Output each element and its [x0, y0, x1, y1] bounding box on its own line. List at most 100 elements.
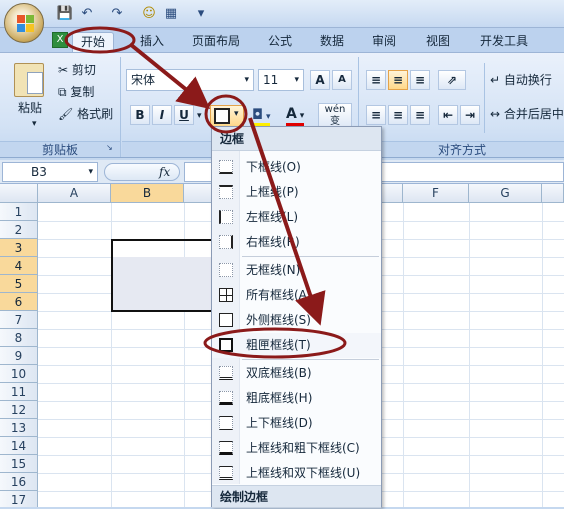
chevron-down-icon[interactable]: ▾	[294, 70, 299, 90]
menu-item-no-border[interactable]: 无框线(N)	[212, 258, 381, 283]
underline-dropdown-icon[interactable]: ▾	[197, 111, 202, 121]
orientation-button[interactable]: ⇗	[438, 70, 466, 90]
merge-center-button[interactable]: ↔ 合并后居中	[490, 105, 564, 123]
row-header[interactable]: 14	[0, 437, 38, 455]
bottom-border-icon	[219, 160, 233, 174]
row-header[interactable]: 16	[0, 473, 38, 491]
row-header[interactable]: 15	[0, 455, 38, 473]
menu-item-top-double-bottom-border[interactable]: 上框线和双下框线(U)	[212, 461, 381, 486]
row-header[interactable]: 7	[0, 311, 38, 329]
merge-label: 合并后居中	[503, 107, 564, 121]
grow-font-button[interactable]: A	[310, 70, 330, 90]
row-header[interactable]: 10	[0, 365, 38, 383]
paste-dropdown-icon[interactable]: ▾	[32, 115, 37, 133]
row-header[interactable]: 3	[0, 239, 38, 257]
tab-home[interactable]: 开始	[72, 32, 115, 52]
row-header[interactable]: 2	[0, 221, 38, 239]
office-button[interactable]	[4, 3, 44, 43]
row-header[interactable]: 9	[0, 347, 38, 365]
align-right-button[interactable]: ≡	[410, 105, 430, 125]
shrink-font-button[interactable]: A	[332, 70, 352, 90]
border-icon	[214, 108, 230, 124]
menu-item-bottom-border[interactable]: 下框线(O)	[212, 155, 381, 180]
menu-item-right-border[interactable]: 右框线(R)	[212, 230, 381, 255]
menu-item-label: 上框线和双下框线(U)	[246, 466, 361, 480]
format-painter-button[interactable]: 🖌 格式刷	[58, 105, 113, 123]
align-top-button[interactable]: ≡	[366, 70, 386, 90]
customize-icon[interactable]: ▾	[192, 5, 210, 23]
paste-icon[interactable]	[14, 63, 44, 97]
paste-button[interactable]: 粘贴	[18, 99, 42, 117]
underline-button[interactable]: U	[174, 105, 194, 125]
tab-data[interactable]: 数据	[312, 32, 352, 52]
increase-indent-button[interactable]: ⇥	[460, 105, 480, 125]
chevron-down-icon[interactable]: ▾	[234, 109, 239, 119]
italic-button[interactable]: I	[152, 105, 172, 125]
tab-insert[interactable]: 插入	[132, 32, 172, 52]
tab-review[interactable]: 审阅	[364, 32, 404, 52]
row-header[interactable]: 1	[0, 203, 38, 221]
align-bottom-button[interactable]: ≡	[410, 70, 430, 90]
menu-item-all-borders[interactable]: 所有框线(A)	[212, 283, 381, 308]
wrap-text-button[interactable]: ↵ 自动换行	[490, 71, 552, 89]
column-header[interactable]: F	[403, 184, 469, 203]
row-header[interactable]: 11	[0, 383, 38, 401]
column-header[interactable]	[542, 184, 564, 203]
name-box[interactable]: B3 ▾	[2, 162, 98, 182]
copy-button[interactable]: ⧉ 复制	[58, 83, 94, 101]
borders-button[interactable]: ▾	[210, 105, 244, 127]
office-logo-icon	[17, 15, 35, 33]
menu-separator	[242, 256, 379, 257]
menu-item-thick-box-border[interactable]: 粗匣框线(T)	[212, 333, 381, 358]
menu-item-thick-bottom-border[interactable]: 粗底框线(H)	[212, 386, 381, 411]
menu-item-top-border[interactable]: 上框线(P)	[212, 180, 381, 205]
menu-item-top-thick-bottom-border[interactable]: 上框线和粗下框线(C)	[212, 436, 381, 461]
formula-controls: fx	[104, 163, 180, 181]
column-header[interactable]: B	[111, 184, 184, 203]
menu-item-label: 上框线(P)	[246, 185, 299, 199]
align-left-button[interactable]: ≡	[366, 105, 386, 125]
wrap-icon: ↵	[490, 73, 501, 87]
clipboard-launcher-icon[interactable]: ↘	[106, 143, 113, 152]
menu-item-label: 下框线(O)	[246, 160, 301, 174]
select-all-corner[interactable]	[0, 184, 38, 203]
decrease-indent-button[interactable]: ⇤	[438, 105, 458, 125]
row-header[interactable]: 17	[0, 491, 38, 507]
menu-item-top-bottom-border[interactable]: 上下框线(D)	[212, 411, 381, 436]
font-color-button[interactable]: A ▾	[286, 105, 314, 127]
italic-label: I	[159, 108, 165, 122]
menu-item-left-border[interactable]: 左框线(L)	[212, 205, 381, 230]
tab-developer[interactable]: 开发工具	[472, 32, 536, 52]
row-header[interactable]: 4	[0, 257, 38, 275]
chevron-down-icon[interactable]: ▾	[88, 163, 93, 181]
font-name-box[interactable]: 宋体 ▾	[126, 69, 254, 91]
cut-button[interactable]: ✂ 剪切	[58, 61, 96, 79]
chevron-down-icon[interactable]: ▾	[244, 70, 249, 90]
tab-formulas[interactable]: 公式	[260, 32, 300, 52]
selected-range[interactable]	[111, 239, 221, 312]
row-header[interactable]: 13	[0, 419, 38, 437]
row-header[interactable]: 12	[0, 401, 38, 419]
align-center-button[interactable]: ≡	[388, 105, 408, 125]
menu-item-label: 无框线(N)	[246, 263, 301, 277]
all-borders-icon	[219, 288, 233, 302]
column-header[interactable]: A	[38, 184, 111, 203]
fill-color-button[interactable]: ◘ ▾	[252, 105, 282, 127]
align-middle-button[interactable]: ≡	[388, 70, 408, 90]
redo-icon[interactable]: ↷	[108, 5, 126, 23]
menu-item-double-bottom-border[interactable]: 双底框线(B)	[212, 361, 381, 386]
save-icon[interactable]: 💾	[56, 5, 74, 23]
tab-view[interactable]: 视图	[418, 32, 458, 52]
smiley-icon[interactable]: ☺	[140, 5, 158, 23]
image-icon[interactable]: ▦	[162, 5, 180, 23]
row-header[interactable]: 8	[0, 329, 38, 347]
font-size-box[interactable]: 11 ▾	[258, 69, 304, 91]
undo-icon[interactable]: ↶	[78, 5, 96, 23]
bold-button[interactable]: B	[130, 105, 150, 125]
menu-item-outside-borders[interactable]: 外侧框线(S)	[212, 308, 381, 333]
column-header[interactable]: G	[469, 184, 542, 203]
tab-page-layout[interactable]: 页面布局	[184, 32, 248, 52]
row-header[interactable]: 5	[0, 275, 38, 293]
row-header[interactable]: 6	[0, 293, 38, 311]
function-icon[interactable]: fx	[159, 165, 170, 179]
